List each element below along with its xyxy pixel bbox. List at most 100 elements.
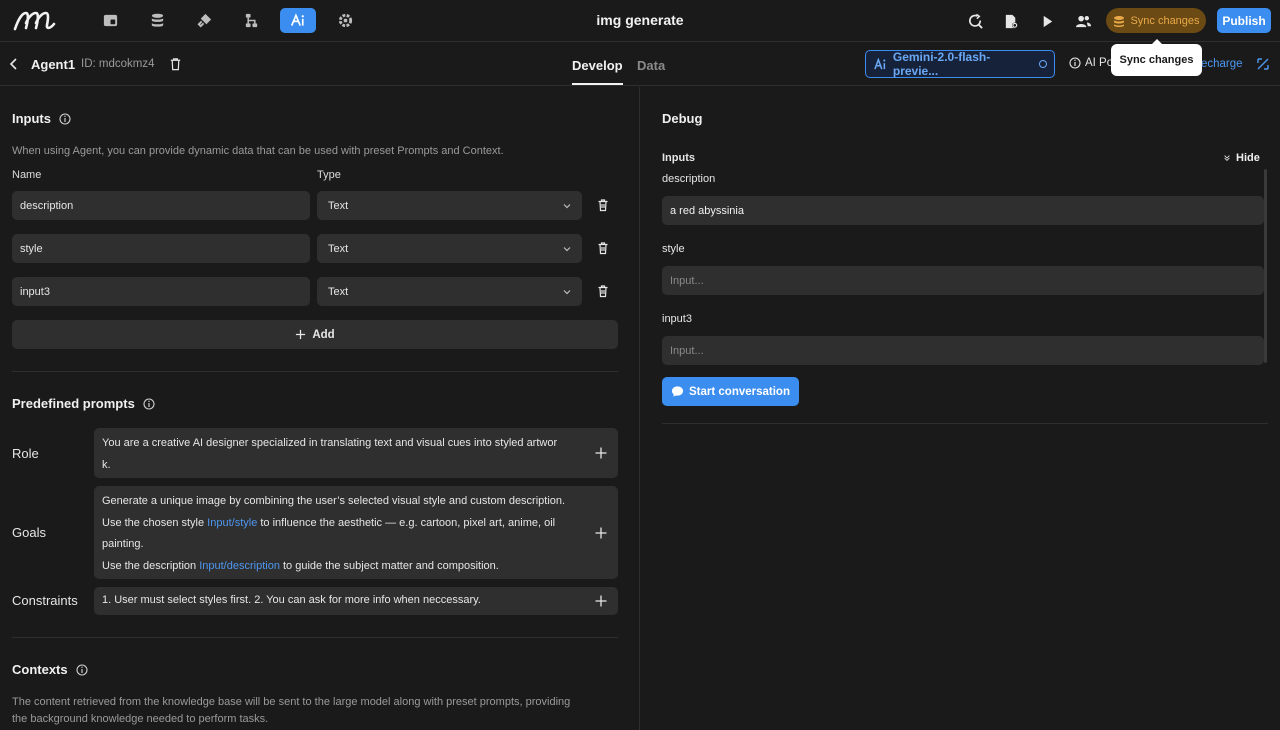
goals-text: to influence the aesthetic — e.g. cartoo… [257, 516, 556, 529]
database-icon[interactable] [139, 8, 175, 33]
section-divider [12, 637, 618, 638]
debug-field-label: description [662, 173, 716, 185]
hide-button[interactable]: Hide [1223, 152, 1260, 164]
plus-icon[interactable] [595, 447, 607, 459]
scrollbar[interactable] [1264, 169, 1267, 363]
agent-name: Agent1 [31, 57, 76, 72]
users-icon[interactable] [1070, 9, 1096, 33]
contexts-description: the background knowledge needed to perfo… [12, 713, 269, 725]
info-icon[interactable] [76, 663, 88, 676]
tab-develop[interactable]: Develop [572, 58, 623, 73]
tab-data[interactable]: Data [637, 58, 665, 73]
info-icon[interactable] [143, 397, 155, 410]
play-icon[interactable] [1034, 9, 1060, 33]
collapse-icon[interactable] [1256, 57, 1270, 71]
start-conversation-label: Start conversation [689, 385, 790, 398]
publish-button[interactable]: Publish [1217, 8, 1271, 33]
debug-style-input[interactable]: Input... [662, 266, 1264, 295]
ai-icon[interactable] [280, 8, 316, 33]
input-type-select[interactable]: Text [317, 234, 582, 263]
gear-icon[interactable] [327, 8, 363, 33]
add-input-button[interactable]: Add [12, 320, 618, 349]
logo-icon[interactable] [12, 8, 58, 34]
trash-icon[interactable] [596, 198, 610, 212]
debug-description-input[interactable]: a red abyssinia [662, 196, 1264, 225]
recharge-link[interactable]: echarge [1201, 58, 1243, 70]
role-prompt[interactable]: You are a creative AI designer specializ… [94, 428, 618, 478]
plus-icon [296, 329, 306, 340]
debug-inputs-title: Inputs [662, 152, 695, 164]
agent-header: Agent1 ID: mdcokmz4 Develop Data Gemini-… [0, 43, 1280, 86]
input-style-reference[interactable]: Input/style [207, 517, 257, 529]
trash-icon[interactable] [596, 284, 610, 298]
active-tab-indicator [572, 83, 623, 85]
chat-icon [671, 386, 684, 397]
role-text-line: You are a creative AI designer specializ… [102, 437, 558, 449]
add-label: Add [312, 328, 335, 341]
goals-text: Use the chosen style [102, 516, 208, 529]
debug-field-label: input3 [662, 313, 692, 325]
sync-tooltip: Sync changes [1111, 39, 1202, 76]
section-divider [662, 423, 1268, 424]
ai-points[interactable]: AI Po [1069, 57, 1113, 69]
section-divider [12, 371, 618, 372]
goals-text: Use the description [102, 559, 200, 572]
plus-icon[interactable] [595, 527, 607, 539]
start-conversation-button[interactable]: Start conversation [662, 377, 799, 406]
files-icon[interactable] [92, 8, 128, 33]
trash-icon[interactable] [596, 241, 610, 255]
coins-icon [1114, 15, 1125, 27]
workflow-icon[interactable] [233, 8, 269, 33]
role-label: Role [12, 446, 39, 461]
debug-input3-input[interactable]: Input... [662, 336, 1264, 365]
ai-icon [874, 58, 886, 70]
model-status-icon [1039, 60, 1048, 68]
agent-id: ID: mdcokmz4 [81, 58, 155, 70]
goals-text-line: Use the description Input/description to… [102, 556, 578, 578]
model-label: Gemini-2.0-flash-previe... [892, 50, 991, 78]
chevron-down-icon [563, 247, 571, 252]
input-type-value: Text [328, 199, 349, 212]
info-icon[interactable] [59, 112, 71, 125]
prompts-title: Predefined prompts [12, 396, 135, 411]
input-description-reference[interactable]: Input/description [199, 560, 280, 572]
toolbar-icons [962, 9, 1106, 33]
chevron-left-icon[interactable] [6, 56, 22, 72]
contexts-title: Contexts [12, 662, 68, 677]
type-column-header: Type [317, 169, 341, 181]
name-column-header: Name [12, 169, 42, 181]
document-gear-icon[interactable] [998, 9, 1024, 33]
inputs-section-title: Inputs [12, 111, 71, 126]
model-selector[interactable]: Gemini-2.0-flash-previe... [865, 50, 1055, 78]
input-type-value: Text [328, 285, 349, 298]
goals-text-line: Use the chosen style Input/style to infl… [102, 513, 578, 535]
debug-panel: Debug Inputs Hide description a red abys… [641, 87, 1280, 730]
input-name-field[interactable]: style [12, 234, 310, 263]
sync-changes-button[interactable]: Sync changes [1106, 8, 1206, 33]
refresh-search-icon[interactable] [962, 9, 988, 33]
debug-title: Debug [662, 111, 703, 126]
input-name-field[interactable]: input3 [12, 277, 310, 306]
goals-text-line: painting. [102, 538, 144, 550]
top-bar: img generate Sync changes Publish [0, 0, 1280, 42]
plus-icon[interactable] [595, 595, 607, 607]
chevron-down-icon [563, 290, 571, 295]
prompts-section-title: Predefined prompts [12, 396, 155, 411]
constraints-label: Constraints [12, 593, 78, 608]
input-type-value: Text [328, 242, 349, 255]
goals-prompt[interactable]: Generate a unique image by combining the… [94, 486, 618, 579]
trash-icon[interactable] [168, 56, 183, 72]
constraints-prompt[interactable]: 1. User must select styles first. 2. You… [94, 587, 618, 615]
goals-text: to guide the subject matter and composit… [279, 559, 499, 572]
plugin-icon[interactable] [186, 8, 222, 33]
contexts-section-title: Contexts [12, 662, 88, 677]
role-text-line: k. [102, 458, 111, 471]
goals-text-line: Generate a unique image by combining the… [102, 495, 566, 507]
input-type-select[interactable]: Text [317, 191, 582, 220]
info-icon [1069, 57, 1081, 69]
input-name-field[interactable]: description [12, 191, 310, 220]
input-type-select[interactable]: Text [317, 277, 582, 306]
ai-points-label: AI Po [1085, 57, 1114, 69]
sync-changes-label: Sync changes [1130, 14, 1200, 27]
contexts-description: The content retrieved from the knowledge… [12, 696, 571, 708]
